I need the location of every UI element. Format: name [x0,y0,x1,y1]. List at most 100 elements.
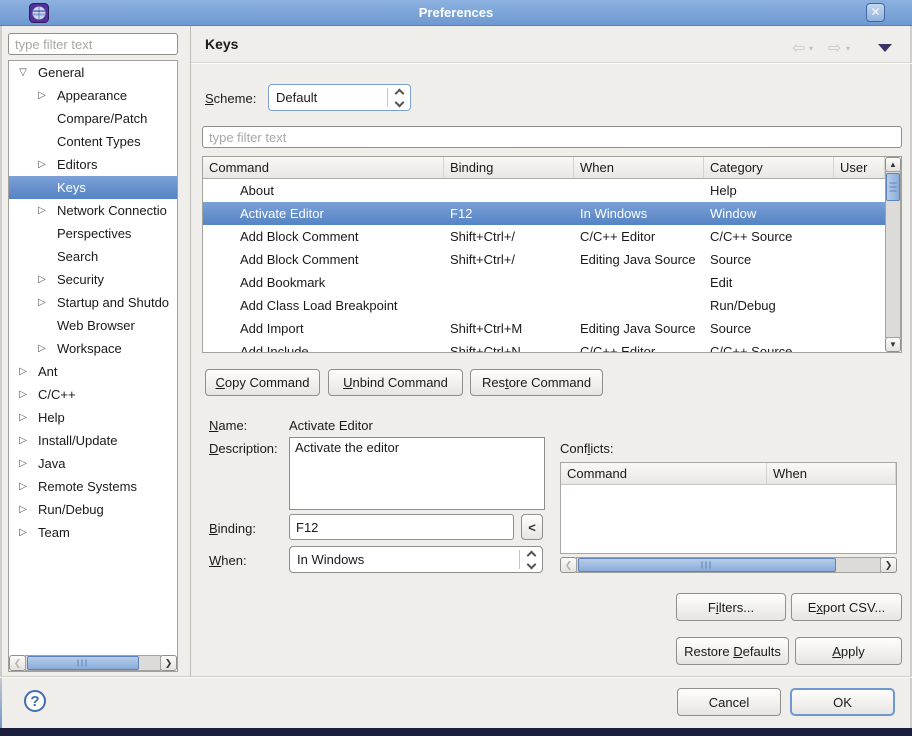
column-header-binding[interactable]: Binding [444,157,574,179]
table-vertical-scrollbar[interactable]: ▲ ▼ [885,157,901,352]
sidebar-item-editors[interactable]: ▷Editors [9,153,177,176]
sidebar-item-keys[interactable]: Keys [9,176,177,199]
column-header-command[interactable]: Command [203,157,444,179]
apply-button[interactable]: Apply [795,637,902,665]
back-dropdown-icon[interactable]: ▾ [809,44,813,53]
sidebar-item-network-connectio[interactable]: ▷Network Connectio [9,199,177,222]
scrollbar-thumb[interactable] [886,173,900,201]
sidebar-item-remote-systems[interactable]: ▷Remote Systems [9,475,177,498]
scheme-combo[interactable]: Default [268,84,411,111]
sidebar-item-c-c-[interactable]: ▷C/C++ [9,383,177,406]
help-icon[interactable]: ? [24,690,46,712]
table-row[interactable]: Add IncludeShift+Ctrl+NC/C++ EditorC/C++… [203,340,885,352]
sidebar-item-compare-patch[interactable]: Compare/Patch [9,107,177,130]
combo-spinner-icon[interactable] [388,87,410,109]
table-row[interactable]: Add Class Load BreakpointRun/Debug [203,294,885,317]
expand-icon[interactable]: ▷ [36,337,48,360]
expand-icon[interactable]: ▷ [17,498,29,521]
table-row[interactable]: AboutHelp [203,179,885,202]
forward-arrow-icon[interactable]: ⇨ [828,38,841,58]
expand-icon[interactable]: ▷ [17,452,29,475]
sidebar-item-workspace[interactable]: ▷Workspace [9,337,177,360]
tree-horizontal-scrollbar[interactable]: ❮ ❯ [9,655,177,671]
sidebar-item-install-update[interactable]: ▷Install/Update [9,429,177,452]
sidebar-filter-input[interactable] [8,33,178,55]
column-header-when[interactable]: When [574,157,704,179]
sidebar-item-help[interactable]: ▷Help [9,406,177,429]
scrollbar-trough[interactable] [885,171,901,338]
table-row[interactable]: Add Block CommentShift+Ctrl+/Editing Jav… [203,248,885,271]
table-row[interactable]: Add Block CommentShift+Ctrl+/C/C++ Edito… [203,225,885,248]
expand-icon[interactable]: ▷ [17,429,29,452]
table-row[interactable]: Add BookmarkEdit [203,271,885,294]
column-header-command[interactable]: Command [561,463,767,485]
sidebar-item-java[interactable]: ▷Java [9,452,177,475]
forward-dropdown-icon[interactable]: ▾ [846,44,850,53]
scroll-left-icon[interactable]: ❮ [9,655,26,671]
table-row[interactable]: Add ImportShift+Ctrl+MEditing Java Sourc… [203,317,885,340]
titlebar[interactable]: Preferences ✕ [0,0,912,26]
command-filter-input[interactable] [202,126,902,148]
sidebar-item-run-debug[interactable]: ▷Run/Debug [9,498,177,521]
column-header-when[interactable]: When [767,463,896,485]
scrollbar-trough[interactable] [25,655,161,671]
combo-spinner-icon[interactable] [520,549,542,571]
scroll-up-icon[interactable]: ▲ [885,157,901,172]
conflicts-horizontal-scrollbar[interactable]: ❮ ❯ [560,557,897,573]
sidebar-item-search[interactable]: Search [9,245,177,268]
unbind-command-button[interactable]: Unbind Command [328,369,463,396]
expand-icon[interactable]: ▷ [17,521,29,544]
scrollbar-thumb[interactable] [578,558,836,572]
scrollbar-trough[interactable] [576,557,881,573]
sidebar-item-appearance[interactable]: ▷Appearance [9,84,177,107]
table-row[interactable]: Activate EditorF12In WindowsWindow [203,202,885,225]
table-header-row[interactable]: CommandBindingWhenCategoryUser [203,157,885,179]
expand-icon[interactable]: ▷ [36,268,48,291]
sidebar-item-team[interactable]: ▷Team [9,521,177,544]
binding-back-button[interactable]: < [521,514,543,540]
table-header-row[interactable]: CommandWhen [561,463,896,485]
expand-icon[interactable]: ▷ [17,475,29,498]
restore-defaults-button[interactable]: Restore Defaults [676,637,789,665]
binding-input[interactable] [289,514,514,540]
back-arrow-icon[interactable]: ⇦ [792,38,805,58]
view-menu-icon[interactable] [878,44,892,52]
conflicts-table[interactable]: CommandWhen [560,462,897,554]
expand-icon[interactable]: ▷ [36,199,48,222]
collapse-icon[interactable]: ▽ [17,61,29,84]
cell-user [834,225,885,248]
column-header-category[interactable]: Category [704,157,834,179]
key-bindings-table[interactable]: CommandBindingWhenCategoryUser AboutHelp… [202,156,902,353]
cell-cmd: Activate Editor [203,202,444,225]
sidebar-item-startup-and-shutdo[interactable]: ▷Startup and Shutdo [9,291,177,314]
column-header-user[interactable]: User [834,157,885,179]
scrollbar-thumb[interactable] [27,656,139,670]
scroll-right-icon[interactable]: ❯ [160,655,177,671]
description-textarea[interactable] [289,437,545,510]
restore-command-button[interactable]: Restore Command [470,369,603,396]
filters-button[interactable]: Filters... [676,593,786,621]
expand-icon[interactable]: ▷ [17,383,29,406]
cell-bind [444,179,574,202]
export-csv-button[interactable]: Export CSV... [791,593,902,621]
expand-icon[interactable]: ▷ [17,406,29,429]
sidebar-item-ant[interactable]: ▷Ant [9,360,177,383]
expand-icon[interactable]: ▷ [36,153,48,176]
close-icon[interactable]: ✕ [866,3,885,22]
expand-icon[interactable]: ▷ [36,291,48,314]
scroll-right-icon[interactable]: ❯ [880,557,897,573]
when-combo[interactable]: In Windows [289,546,543,573]
sidebar-item-security[interactable]: ▷Security [9,268,177,291]
scroll-down-icon[interactable]: ▼ [885,337,901,352]
scroll-left-icon[interactable]: ❮ [560,557,577,573]
ok-button[interactable]: OK [790,688,895,716]
sidebar-item-perspectives[interactable]: Perspectives [9,222,177,245]
sidebar-item-content-types[interactable]: Content Types [9,130,177,153]
sidebar-item-general[interactable]: ▽General [9,61,177,84]
cancel-button[interactable]: Cancel [677,688,781,716]
sidebar-item-web-browser[interactable]: Web Browser [9,314,177,337]
copy-command-button[interactable]: Copy Command [205,369,320,396]
expand-icon[interactable]: ▷ [17,360,29,383]
expand-icon[interactable]: ▷ [36,84,48,107]
preferences-tree[interactable]: ▽General▷AppearanceCompare/PatchContent … [8,60,178,672]
